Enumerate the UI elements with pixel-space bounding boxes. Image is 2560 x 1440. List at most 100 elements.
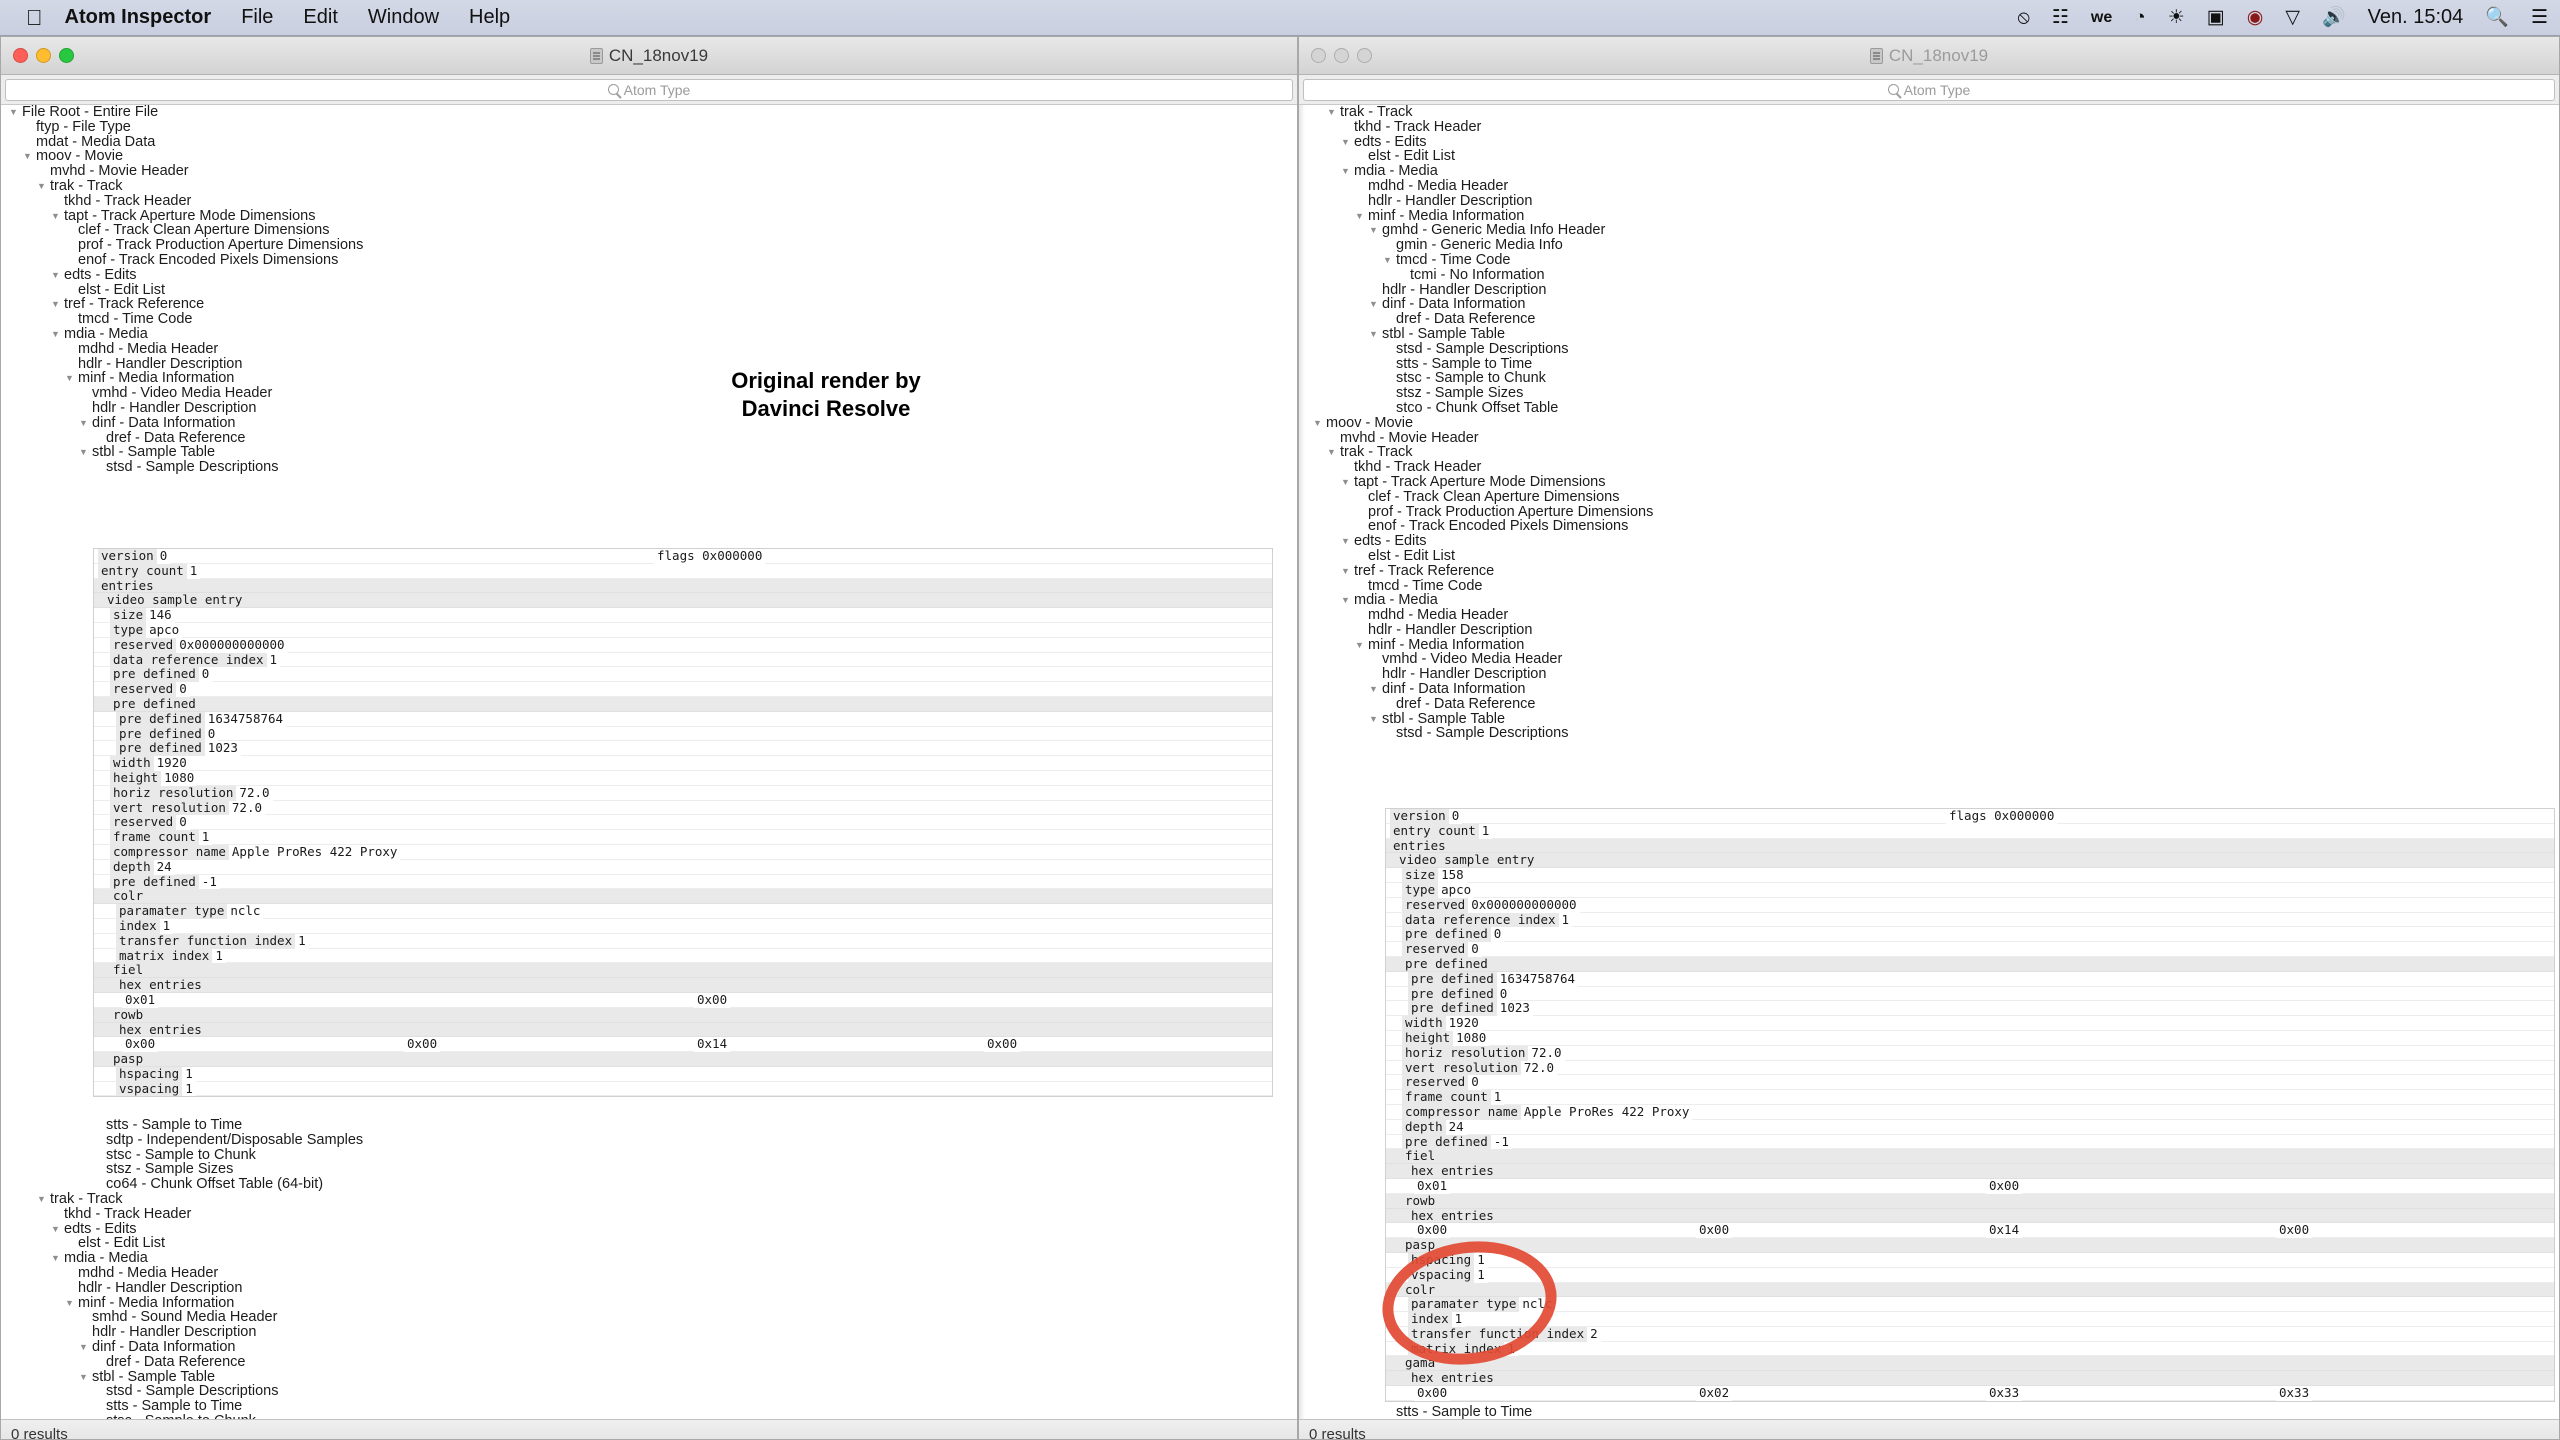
detail-row[interactable]: pre defined 0 (94, 667, 1272, 683)
detail-row[interactable]: horiz resolution 72.0 (1386, 1045, 2554, 1061)
tree-node[interactable]: ▼ stts - Sample to Time (1, 1118, 1297, 1133)
tree-node[interactable]: ▼ hdlr - Handler Description (1299, 667, 2559, 682)
tree-node[interactable]: ▼ stsc - Sample to Chunk (1299, 371, 2559, 386)
disclosure-triangle-icon[interactable]: ▼ (1341, 593, 1350, 608)
tree-node[interactable]: ▼ dinf - Data Information (1299, 297, 2559, 312)
detail-row[interactable]: pre defined 0 (1386, 986, 2554, 1002)
tree-node[interactable]: ▼ mdia - Media (1, 327, 1297, 342)
disk-monitor-icon[interactable]: ▣ (2207, 8, 2225, 27)
tree-node[interactable]: ▼ gmhd - Generic Media Info Header (1299, 223, 2559, 238)
detail-row[interactable]: 0x01 0x00 (94, 992, 1272, 1008)
tree-node[interactable]: ▼ trak - Track (1, 1192, 1297, 1207)
disclosure-triangle-icon[interactable]: ▼ (1341, 475, 1350, 490)
brightness-icon[interactable]: ☀ (2168, 8, 2185, 27)
disclosure-triangle-icon[interactable]: ▼ (1355, 209, 1364, 224)
tree-node[interactable]: ▼ trak - Track (1, 179, 1297, 194)
right-search-input[interactable]: Atom Type (1303, 78, 2555, 101)
tree-node[interactable]: ▼ mdia - Media (1299, 164, 2559, 179)
detail-row[interactable]: vert resolution 72.0 (1386, 1060, 2554, 1076)
volume-icon[interactable]: 🔊 (2322, 8, 2346, 27)
detail-row[interactable]: pre defined 1634758764 (1386, 971, 2554, 987)
disclosure-triangle-icon[interactable]: ▼ (51, 209, 60, 224)
detail-row[interactable]: hex entries (1386, 1370, 2554, 1387)
disclosure-triangle-icon[interactable]: ▼ (1327, 105, 1336, 120)
spotlight-search-icon[interactable]: 🔍 (2485, 8, 2509, 27)
detail-row[interactable]: version 0 flags 0x000000 (1386, 808, 2554, 824)
tree-node[interactable]: ▼ ftyp - File Type (1, 119, 1297, 135)
detail-row[interactable]: horiz resolution 72.0 (94, 785, 1272, 801)
detail-row[interactable]: fiel (1386, 1149, 2554, 1165)
tree-node[interactable]: ▼ edts - Edits (1299, 134, 2559, 150)
wifi-icon[interactable]: ▽ (2285, 8, 2300, 27)
grid-globe-icon[interactable]: ☷ (2052, 8, 2069, 27)
detail-row[interactable]: 0x00 0x00 0x14 0x00 (94, 1036, 1272, 1053)
detail-row[interactable]: width 1920 (1386, 1015, 2554, 1031)
disclosure-triangle-icon[interactable]: ▼ (1369, 327, 1378, 342)
zoom-button[interactable] (59, 48, 74, 63)
tree-node[interactable]: ▼ moov - Movie (1299, 415, 2559, 431)
tree-node[interactable]: ▼ hdlr - Handler Description (1, 1325, 1297, 1340)
tree-node[interactable]: ▼ hdlr - Handler Description (1299, 193, 2559, 209)
tree-node[interactable]: ▼ stsd - Sample Descriptions (1, 1384, 1297, 1399)
disclosure-triangle-icon[interactable]: ▼ (37, 1192, 46, 1207)
camera-record-icon[interactable]: ◔ (2134, 8, 2145, 27)
detail-row[interactable]: data reference index 1 (94, 652, 1272, 668)
detail-row[interactable]: frame count 1 (1386, 1089, 2554, 1105)
detail-row[interactable]: pasp (1386, 1237, 2554, 1253)
detail-row[interactable]: paramater type nclc (94, 903, 1272, 919)
detail-row[interactable]: matrix index 1 (1386, 1341, 2554, 1357)
left-atom-tree-pane[interactable]: ▼ File Root - Entire File▼ ftyp - File T… (1, 105, 1297, 1419)
detail-row[interactable]: type apco (1386, 882, 2554, 898)
detail-row[interactable]: compressor name Apple ProRes 422 Proxy (94, 844, 1272, 860)
detail-row[interactable]: compressor name Apple ProRes 422 Proxy (1386, 1104, 2554, 1120)
tree-node[interactable]: ▼ mvhd - Movie Header (1, 164, 1297, 179)
detail-row[interactable]: entry count 1 (1386, 823, 2554, 839)
detail-row[interactable]: pre defined -1 (94, 874, 1272, 890)
detail-row[interactable]: pre defined (1386, 956, 2554, 972)
detail-row[interactable]: 0x00 0x00 0x14 0x00 (1386, 1223, 2554, 1239)
detail-row[interactable]: rowb (1386, 1193, 2554, 1209)
disclosure-triangle-icon[interactable]: ▼ (51, 1222, 60, 1237)
tree-node[interactable]: ▼ tkhd - Track Header (1299, 460, 2559, 475)
tree-node[interactable]: ▼ hdlr - Handler Description (1, 356, 1297, 372)
detail-row[interactable]: reserved 0 (1386, 1075, 2554, 1091)
detail-row[interactable]: vspacing 1 (1386, 1267, 2554, 1283)
tree-node[interactable]: ▼ hdlr - Handler Description (1299, 622, 2559, 638)
detail-row[interactable]: video sample entry (1386, 853, 2554, 869)
tree-node[interactable]: ▼ stsz - Sample Sizes (1, 1162, 1297, 1177)
disclosure-triangle-icon[interactable]: ▼ (1369, 712, 1378, 727)
tree-node[interactable]: ▼ smhd - Sound Media Header (1, 1310, 1297, 1325)
disclosure-triangle-icon[interactable]: ▼ (1341, 564, 1350, 579)
detail-row[interactable]: entries (94, 578, 1272, 594)
disclosure-triangle-icon[interactable]: ▼ (1313, 416, 1322, 431)
detail-row[interactable]: transfer function index 1 (94, 933, 1272, 949)
disclosure-triangle-icon[interactable]: ▼ (1369, 297, 1378, 312)
airdrop-icon[interactable]: ⦸ (2017, 8, 2029, 27)
detail-row[interactable]: type apco (94, 622, 1272, 638)
tree-node[interactable]: ▼ dinf - Data Information (1, 1340, 1297, 1355)
detail-row[interactable]: data reference index 1 (1386, 912, 2554, 928)
tree-node[interactable]: ▼ tapt - Track Aperture Mode Dimensions (1, 208, 1297, 224)
tree-node[interactable]: ▼ stbl - Sample Table (1299, 327, 2559, 342)
disclosure-triangle-icon[interactable]: ▼ (79, 416, 88, 431)
tree-node[interactable]: ▼ hdlr - Handler Description (1, 1280, 1297, 1296)
detail-row[interactable]: pre defined 0 (94, 726, 1272, 742)
disclosure-triangle-icon[interactable]: ▼ (1369, 223, 1378, 238)
tree-node[interactable]: ▼ mdat - Media Data (1, 134, 1297, 150)
detail-row[interactable]: frame count 1 (94, 829, 1272, 845)
tree-node[interactable]: ▼ tkhd - Track Header (1, 193, 1297, 209)
tree-node[interactable]: ▼ minf - Media Information (1299, 208, 2559, 224)
minimize-button[interactable] (36, 48, 51, 63)
left-search-input[interactable]: Atom Type (5, 78, 1293, 101)
detail-row[interactable]: reserved 0x000000000000 (1386, 897, 2554, 913)
disclosure-triangle-icon[interactable]: ▼ (79, 445, 88, 460)
close-button[interactable] (1311, 48, 1326, 63)
tree-node[interactable]: ▼ mdhd - Media Header (1, 1266, 1297, 1281)
tree-node[interactable]: ▼ tmcd - Time Code (1299, 253, 2559, 268)
disclosure-triangle-icon[interactable]: ▼ (51, 327, 60, 342)
disclosure-triangle-icon[interactable]: ▼ (65, 371, 74, 386)
detail-row[interactable]: index 1 (94, 918, 1272, 934)
disclosure-triangle-icon[interactable]: ▼ (79, 1340, 88, 1355)
detail-row[interactable]: width 1920 (94, 755, 1272, 771)
detail-row[interactable]: colr (1386, 1282, 2554, 1298)
